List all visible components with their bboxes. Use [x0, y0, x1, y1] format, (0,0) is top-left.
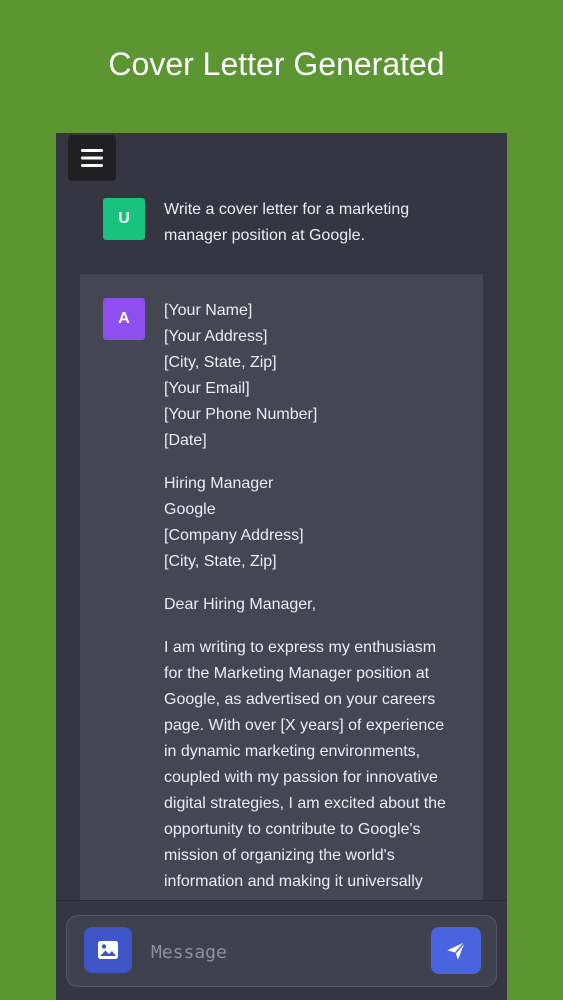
letter-header-block: [Your Name] [Your Address] [City, State,… [164, 298, 464, 454]
recipient-block: Hiring Manager Google [Company Address] … [164, 471, 464, 575]
letter-line: [Company Address] [164, 527, 304, 544]
letter-line: Google, as advertised on your careers [164, 691, 436, 708]
letter-line: opportunity to contribute to Google's [164, 821, 421, 838]
assistant-message-text: [Your Name] [Your Address] [City, State,… [164, 298, 464, 912]
letter-line: [City, State, Zip] [164, 553, 277, 570]
salutation: Dear Hiring Manager, [164, 592, 464, 618]
attach-image-button[interactable] [84, 927, 132, 973]
composer [66, 915, 497, 987]
user-avatar: U [103, 198, 145, 240]
letter-line: [Date] [164, 432, 207, 449]
send-icon [447, 941, 466, 960]
letter-line: mission of organizing the world's [164, 847, 395, 864]
letter-line: [City, State, Zip] [164, 354, 277, 371]
body-paragraph: I am writing to express my enthusiasm fo… [164, 635, 464, 895]
letter-line: [Your Email] [164, 380, 250, 397]
assistant-message: A [Your Name] [Your Address] [City, Stat… [80, 274, 483, 1000]
banner: Cover Letter Generated [0, 0, 563, 133]
letter-line: Google [164, 501, 216, 518]
assistant-avatar: A [103, 298, 145, 340]
letter-line: coupled with my passion for innovative [164, 769, 438, 786]
letter-line: Hiring Manager [164, 475, 274, 492]
composer-area [56, 900, 507, 1000]
image-icon [98, 941, 118, 959]
user-message-line: manager position at Google. [164, 227, 366, 244]
chat-app: U Write a cover letter for a marketing m… [56, 133, 507, 1000]
user-message-text: Write a cover letter for a marketing man… [164, 197, 454, 249]
banner-title: Cover Letter Generated [108, 46, 445, 82]
letter-line: information and making it universally [164, 873, 423, 890]
send-button[interactable] [431, 927, 481, 974]
message-input[interactable] [149, 934, 423, 970]
menu-button[interactable] [68, 135, 116, 181]
letter-line: [Your Name] [164, 302, 253, 319]
letter-line: digital strategies, I am excited about t… [164, 795, 446, 812]
letter-line: I am writing to express my enthusiasm [164, 639, 437, 656]
letter-line: for the Marketing Manager position at [164, 665, 430, 682]
letter-line: page. With over [X years] of experience [164, 717, 445, 734]
hamburger-menu-icon [81, 149, 103, 167]
letter-line: [Your Address] [164, 328, 268, 345]
user-message-line: Write a cover letter for a marketing [164, 201, 410, 218]
letter-line: [Your Phone Number] [164, 406, 318, 423]
letter-line: in dynamic marketing environments, [164, 743, 421, 760]
letter-line: Dear Hiring Manager, [164, 596, 317, 613]
